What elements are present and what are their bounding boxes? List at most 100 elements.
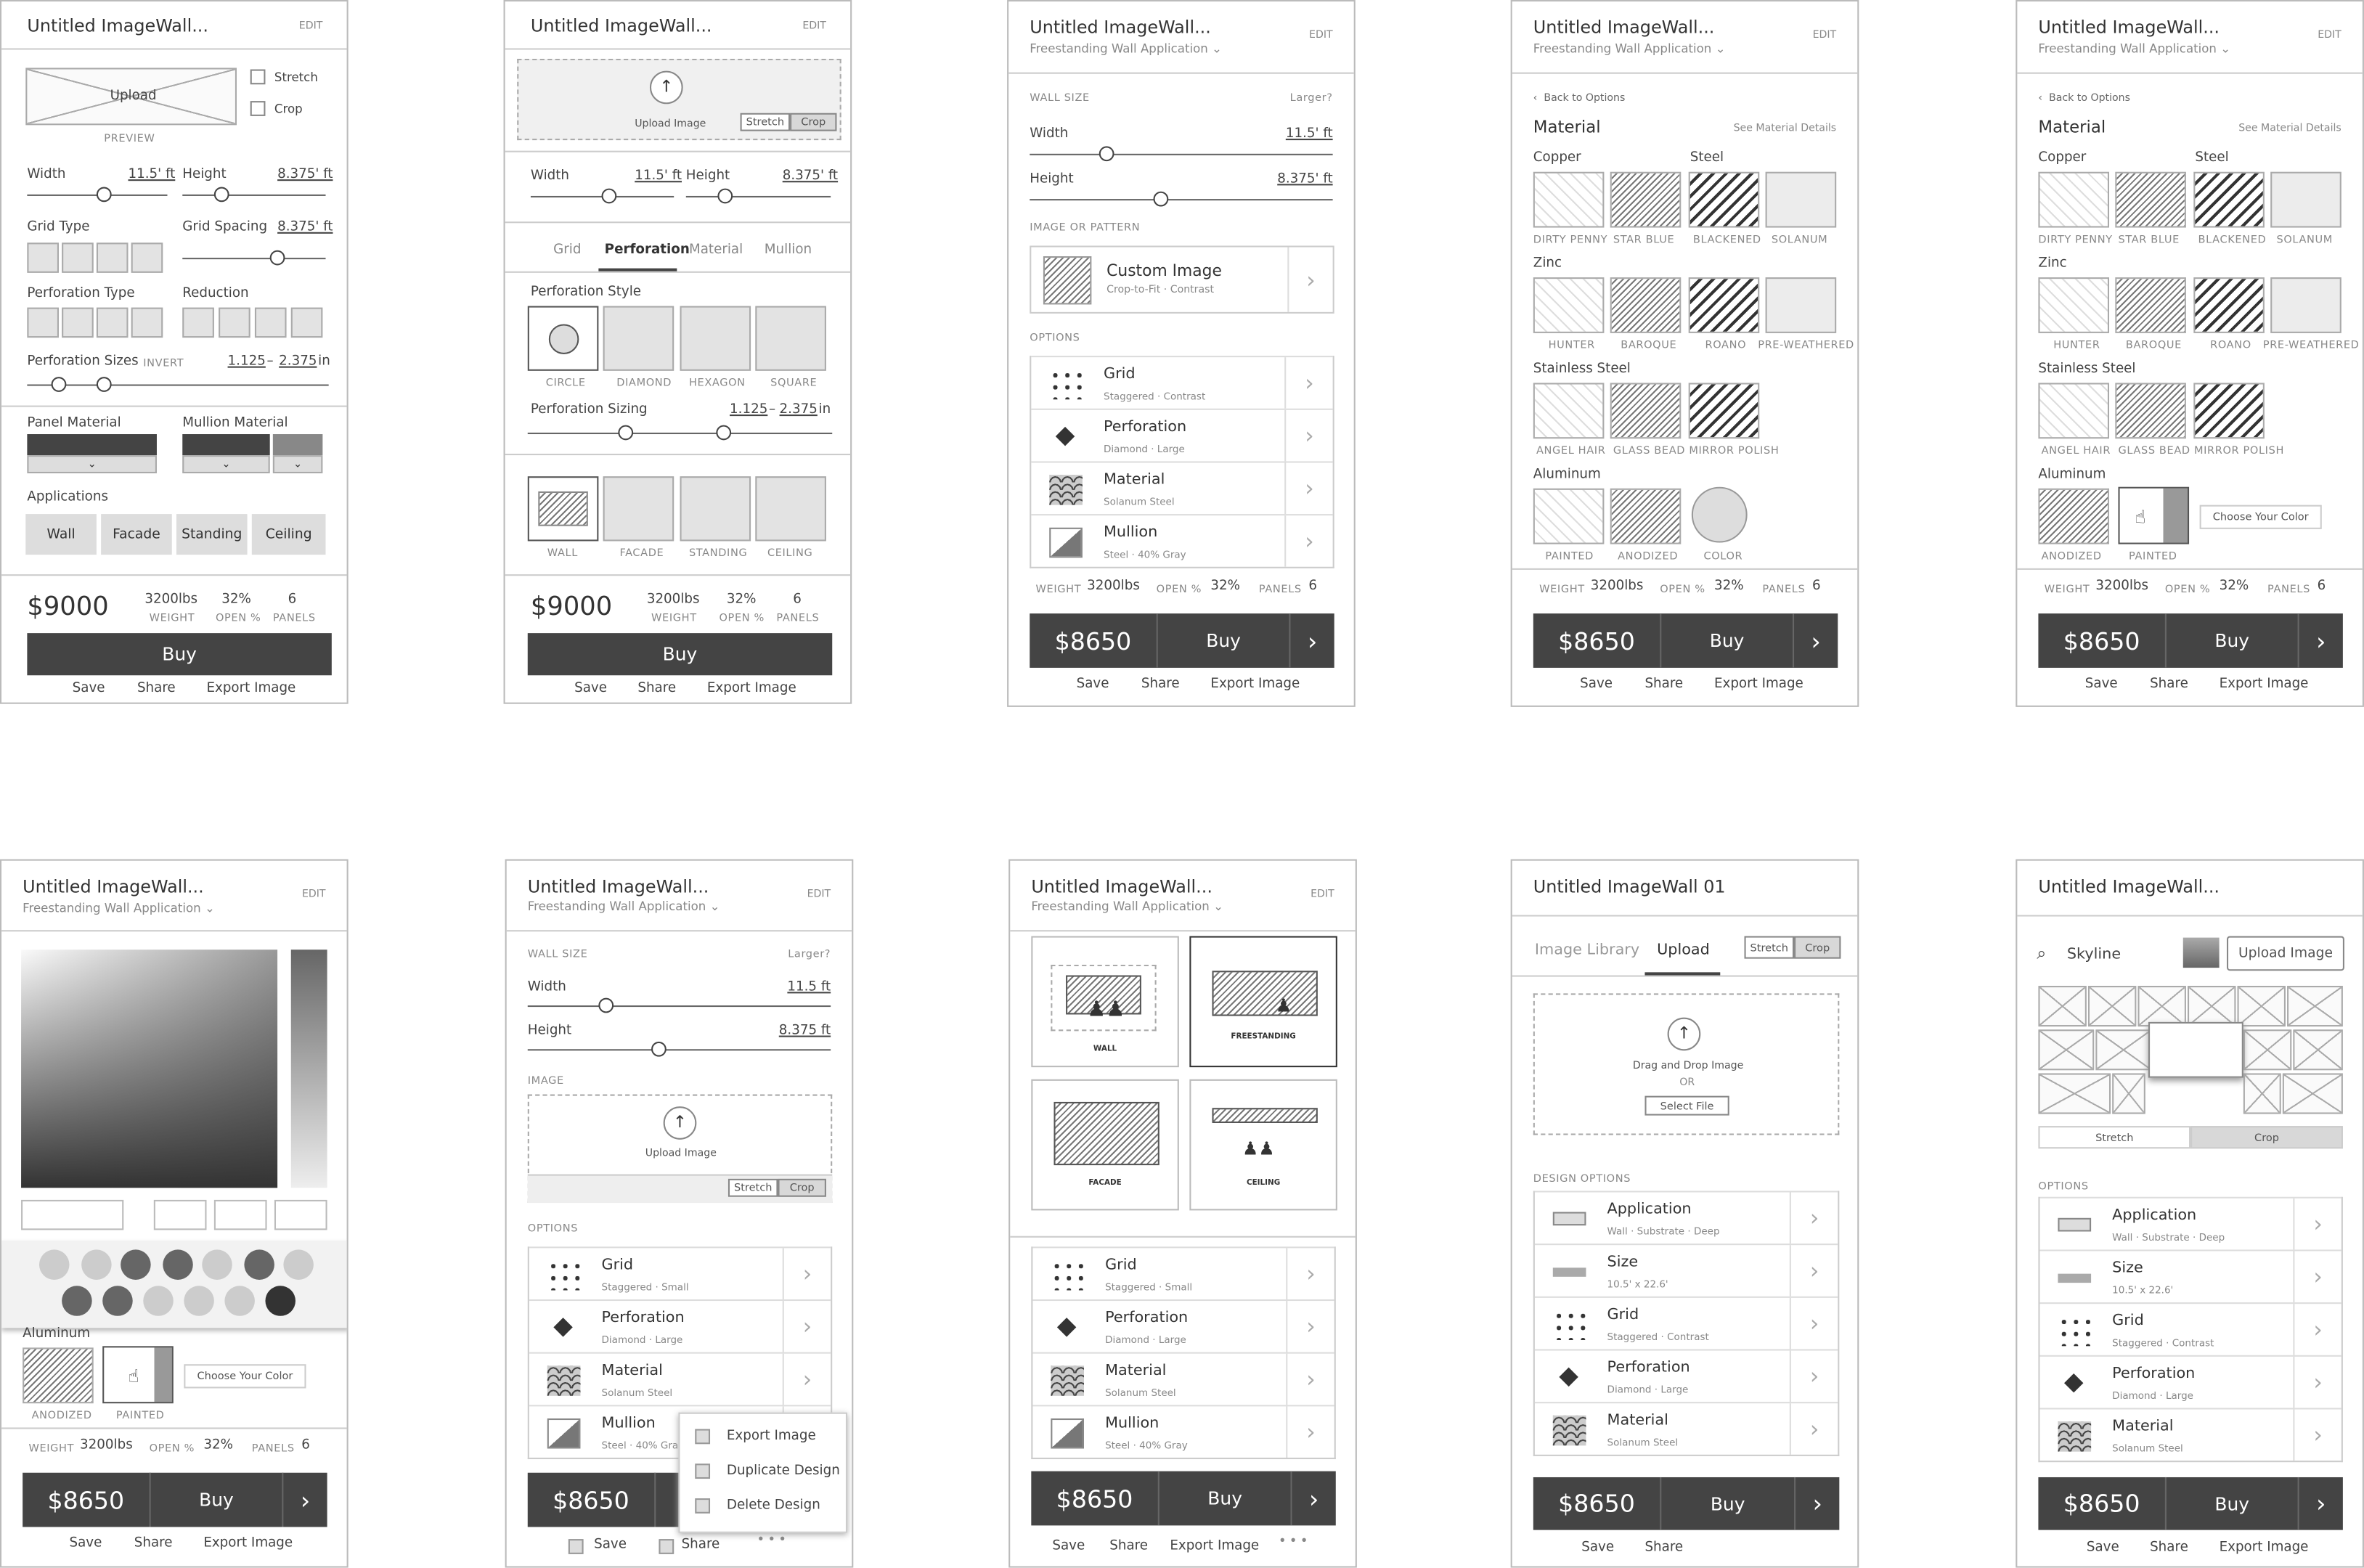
grid-spacing-value[interactable]: 8.375' ft <box>277 220 333 235</box>
option-grid[interactable]: Grid Staggered · Small › <box>1032 1246 1334 1299</box>
edit-link[interactable]: EDIT <box>2318 28 2341 41</box>
chevron-right-icon[interactable]: › <box>1289 613 1334 668</box>
option-perforation[interactable]: Perforation Diamond · Large › <box>1031 408 1333 462</box>
image-tile[interactable] <box>2038 1029 2095 1071</box>
chevron-right-icon[interactable]: › <box>1789 1192 1838 1244</box>
option-size[interactable]: Size 10.5' x 22.6' › <box>2039 1249 2341 1303</box>
buy-button[interactable]: Buy <box>27 633 332 676</box>
preset-color[interactable] <box>102 1286 133 1316</box>
option-material[interactable]: Material Solanum Steel › <box>529 1352 831 1405</box>
search-input[interactable]: Skyline <box>2067 947 2121 963</box>
buy-button[interactable]: Buy <box>1661 1477 1794 1530</box>
buy-bar[interactable]: $8650Buy› <box>1533 613 1838 668</box>
perf-size-max-handle[interactable] <box>96 377 112 392</box>
option-grid[interactable]: Grid Staggered · Contrast › <box>1534 1296 1838 1349</box>
export-link[interactable]: Export Image <box>1170 1539 1259 1554</box>
shape-hexagon-option[interactable] <box>680 306 751 371</box>
upload-arrow-icon[interactable]: ↑ <box>663 1106 697 1140</box>
image-tile[interactable] <box>2243 1073 2281 1114</box>
export-link[interactable]: Export Image <box>1210 677 1300 692</box>
option-material[interactable]: Material Solanum Steel › <box>1032 1352 1334 1405</box>
buy-bar[interactable]: $8650Buy› <box>1031 1471 1336 1526</box>
option-mullion[interactable]: MullionSteel · 40% Gray› <box>1032 1405 1334 1458</box>
grid-type-option[interactable] <box>96 242 129 273</box>
chevron-right-icon[interactable]: › <box>1789 1297 1838 1349</box>
application-wall-card[interactable]: ♟♟ WALL <box>1031 936 1179 1068</box>
grid-type-option[interactable] <box>131 242 163 273</box>
buy-button[interactable]: Buy <box>2167 1477 2298 1530</box>
option-perforation[interactable]: Perforation Diamond · Large › <box>1032 1299 1334 1352</box>
preset-color[interactable] <box>265 1286 296 1316</box>
export-link[interactable]: Export Image <box>707 682 796 697</box>
chevron-right-icon[interactable]: › <box>1284 515 1332 567</box>
chevron-right-icon[interactable]: › <box>1286 1406 1334 1458</box>
buy-button[interactable]: Buy <box>1661 613 1793 668</box>
buy-bar[interactable]: $8650Buy› <box>1030 613 1334 668</box>
save-link[interactable]: Save <box>574 682 607 697</box>
buy-button[interactable]: Buy <box>527 633 833 676</box>
preset-color[interactable] <box>244 1249 274 1280</box>
app-wall-button[interactable]: Wall <box>25 514 97 555</box>
option-material[interactable]: Material Solanum Steel › <box>1031 461 1333 515</box>
g-input[interactable] <box>213 1199 267 1230</box>
painted-swatch[interactable]: ☝ <box>2118 486 2190 544</box>
more-icon[interactable]: ••• <box>757 1533 789 1548</box>
material-swatch[interactable] <box>2193 171 2265 228</box>
chevron-right-icon[interactable]: › <box>282 1472 327 1527</box>
chevron-right-icon[interactable]: › <box>1792 613 1838 668</box>
image-tile[interactable] <box>2095 1029 2152 1071</box>
option-grid[interactable]: Grid Staggered · Small › <box>529 1246 831 1299</box>
buy-bar[interactable]: $8650Buy› <box>2038 1477 2343 1530</box>
painted-swatch[interactable]: ☝ <box>102 1346 174 1404</box>
image-tile[interactable] <box>2287 986 2343 1027</box>
save-link[interactable]: Save <box>70 1536 102 1551</box>
material-swatch[interactable] <box>2038 171 2110 228</box>
app-facade-option[interactable] <box>603 476 674 542</box>
select-file-button[interactable]: Select File <box>1644 1095 1729 1116</box>
mullion-color-dropdown[interactable]: ⌄ <box>272 455 323 474</box>
perf-size-max[interactable]: 2.375 <box>279 354 317 369</box>
color-swatch[interactable] <box>1691 486 1748 543</box>
application-dropdown[interactable]: Freestanding Wall Application ⌄ <box>528 900 720 914</box>
upload-arrow-icon[interactable]: ↑ <box>1667 1017 1701 1051</box>
image-tile[interactable] <box>2188 986 2236 1027</box>
width-slider[interactable] <box>1099 146 1114 162</box>
material-swatch[interactable] <box>1610 171 1682 228</box>
edit-link[interactable]: EDIT <box>302 888 326 900</box>
option-material[interactable]: Material Solanum Steel › <box>1534 1402 1838 1455</box>
app-ceiling-option[interactable] <box>755 476 826 542</box>
material-swatch[interactable] <box>2115 383 2186 439</box>
chevron-right-icon[interactable]: › <box>1286 1353 1334 1405</box>
material-swatch[interactable] <box>2038 383 2110 439</box>
option-material[interactable]: Material Solanum Steel › <box>2039 1408 2341 1461</box>
tab-material[interactable]: Material <box>689 242 743 258</box>
back-to-options-link[interactable]: ‹ Back to Options <box>2038 92 2130 105</box>
share-link[interactable]: Share <box>1644 677 1683 692</box>
chevron-right-icon[interactable]: › <box>782 1301 831 1352</box>
material-swatch[interactable] <box>2193 277 2265 333</box>
material-swatch[interactable] <box>1765 277 1837 333</box>
tab-image-library[interactable]: Image Library <box>1535 942 1639 959</box>
preset-color[interactable] <box>38 1249 70 1280</box>
edit-link[interactable]: EDIT <box>1309 28 1333 41</box>
chevron-right-icon[interactable]: › <box>2293 1409 2341 1461</box>
search-icon[interactable]: ⌕ <box>2037 944 2046 965</box>
shape-square-option[interactable] <box>755 306 826 371</box>
chevron-right-icon[interactable]: › <box>1794 1477 1839 1530</box>
save-link[interactable]: Save <box>1052 1539 1085 1554</box>
edit-link[interactable]: EDIT <box>802 20 826 32</box>
export-link[interactable]: Export Image <box>2220 1540 2309 1556</box>
export-link[interactable]: Export Image <box>2220 677 2309 692</box>
material-swatch[interactable] <box>1688 383 1760 439</box>
chevron-right-icon[interactable]: › <box>2297 613 2343 668</box>
application-facade-card[interactable]: FACADE <box>1031 1079 1179 1211</box>
width-value[interactable]: 11.5 ft <box>787 980 831 995</box>
crop-toggle[interactable]: Crop <box>2190 1126 2343 1149</box>
share-link[interactable]: Share <box>682 1538 720 1553</box>
application-dropdown[interactable]: Freestanding Wall Application ⌄ <box>1030 42 1222 56</box>
edit-link[interactable]: EDIT <box>299 20 323 32</box>
material-swatch[interactable] <box>2270 171 2341 228</box>
upload-arrow-icon[interactable]: ↑ <box>649 70 683 105</box>
selected-image-tile[interactable] <box>2148 1021 2243 1078</box>
hue-slider[interactable] <box>290 950 327 1188</box>
